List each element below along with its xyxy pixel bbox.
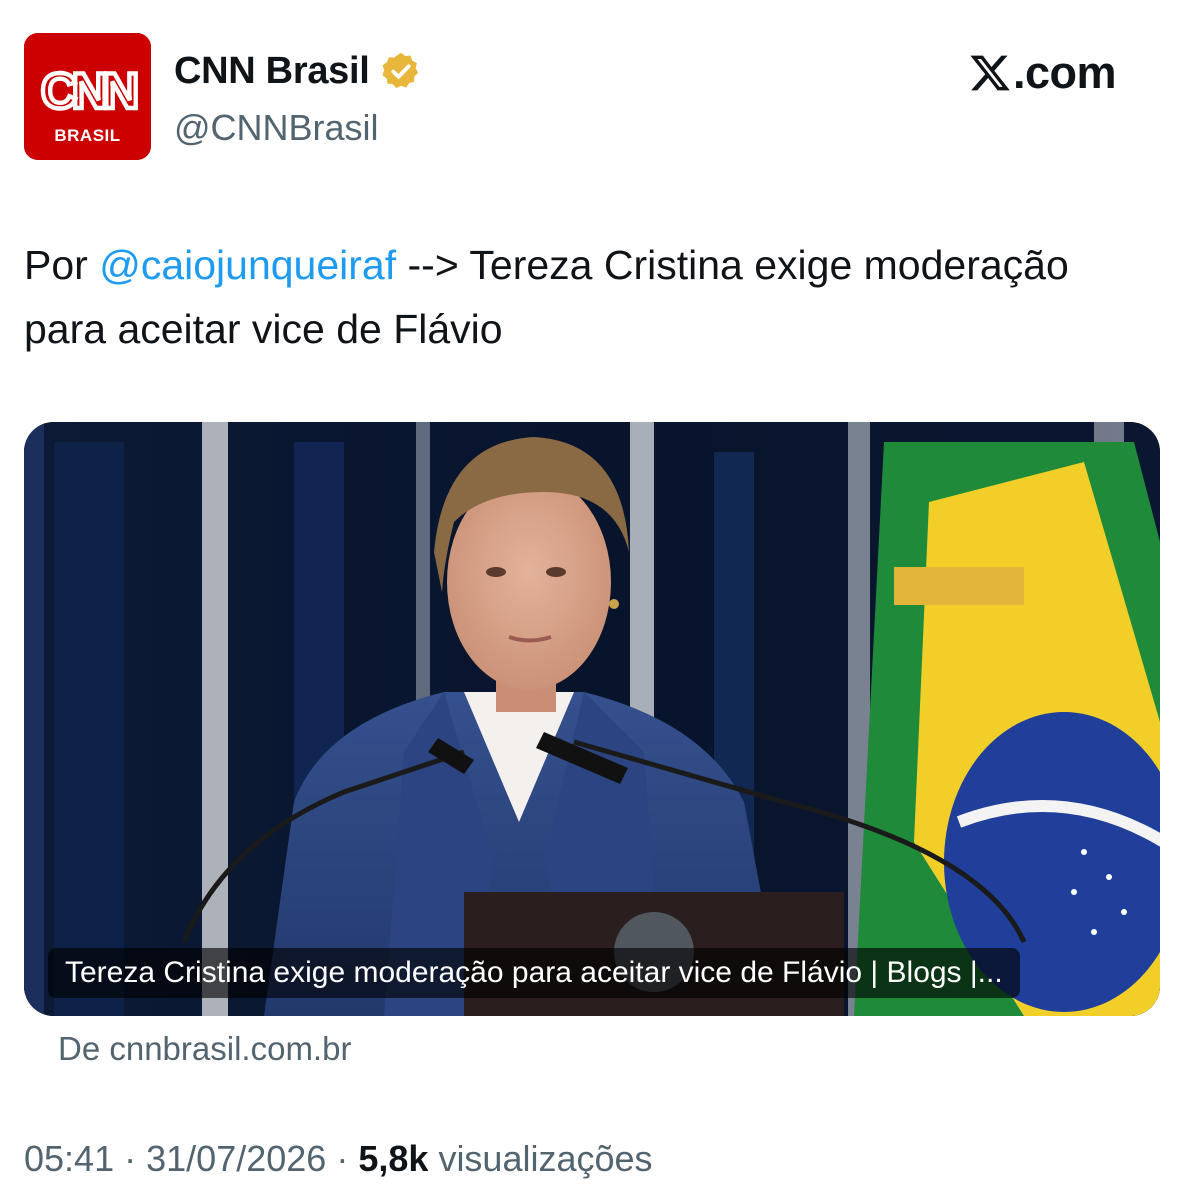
author-avatar[interactable]: CNN BRASIL [24, 33, 151, 160]
flag [854, 442, 1160, 1016]
tweet-time[interactable]: 05:41 [24, 1138, 114, 1179]
meta-separator: · [124, 1138, 137, 1179]
x-com-brand: .com [968, 44, 1117, 102]
views-label: visualizações [438, 1138, 653, 1179]
tweet-prefix: Por [24, 242, 100, 288]
x-com-text: .com [1013, 47, 1117, 98]
avatar-logo-text: CNN [41, 63, 136, 119]
verified-badge-icon[interactable] [380, 50, 422, 92]
meta-separator: · [336, 1138, 349, 1179]
avatar-sub-text: BRASIL [54, 126, 120, 145]
tweet-text: Por @caiojunqueiraf --> Tereza Cristina … [24, 233, 1154, 361]
author-name-row: CNN Brasil [174, 45, 422, 97]
tweet-mention-link[interactable]: @caiojunqueiraf [99, 242, 396, 288]
author-display-name[interactable]: CNN Brasil [174, 50, 370, 93]
card-caption: Tereza Cristina exige moderação para ace… [48, 948, 1020, 998]
cnn-brasil-logo: CNN BRASIL [24, 33, 151, 160]
views-count: 5,8k [358, 1138, 429, 1179]
tweet-meta: 05:41 · 31/07/2026 · 5,8k visualizações [24, 1138, 653, 1180]
author-block: CNN Brasil @CNNBrasil [174, 45, 422, 149]
link-preview-card[interactable]: Tereza Cristina exige moderação para ace… [24, 422, 1160, 1016]
tweet-date[interactable]: 31/07/2026 [146, 1138, 326, 1179]
card-source-link[interactable]: De cnnbrasil.com.br [58, 1030, 351, 1068]
x-logo-icon [970, 55, 1010, 91]
author-handle[interactable]: @CNNBrasil [174, 107, 422, 149]
article-photo [24, 422, 1160, 1016]
